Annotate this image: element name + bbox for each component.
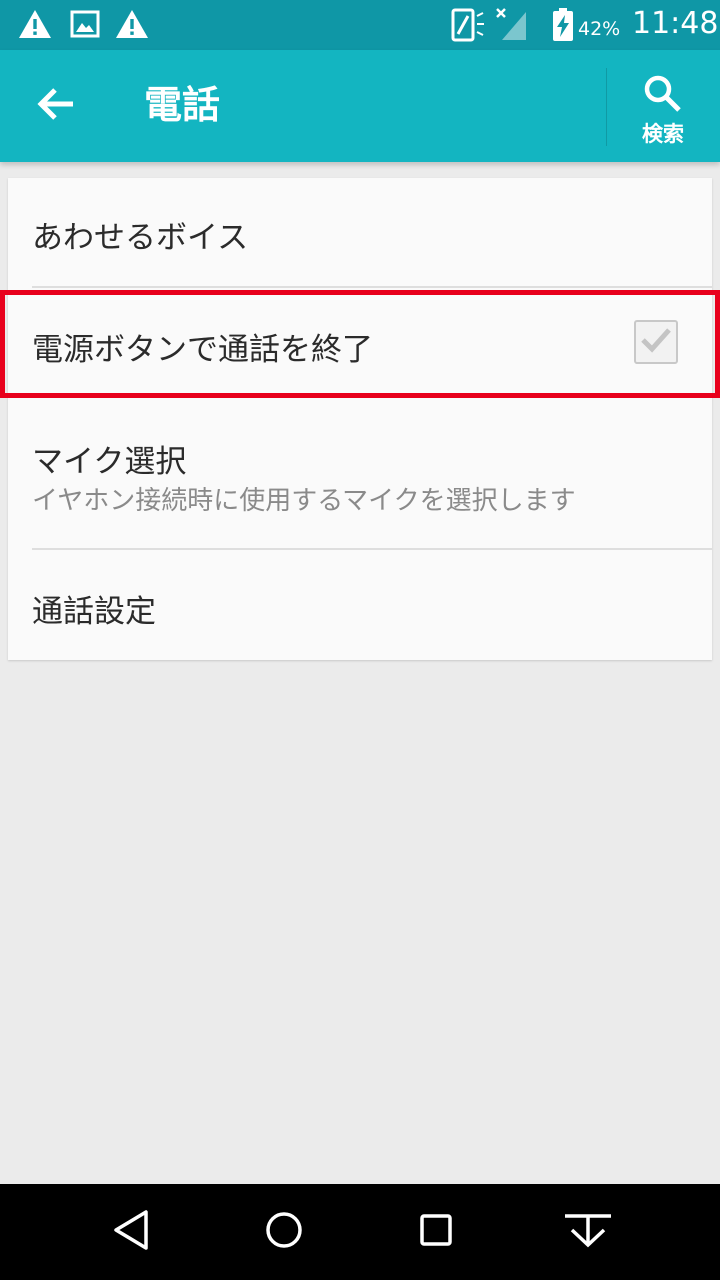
recents-square-icon	[418, 1212, 454, 1252]
setting-matching-voice[interactable]: あわせるボイス	[8, 178, 712, 286]
signal-icon	[494, 6, 530, 46]
setting-title: 電源ボタンで通話を終了	[32, 332, 373, 368]
nav-home-button[interactable]	[244, 1202, 324, 1262]
warning-icon	[115, 9, 149, 43]
back-arrow-icon	[37, 87, 75, 125]
screen-rotation-icon	[450, 8, 486, 46]
warning-icon	[18, 9, 52, 43]
nav-recents-button[interactable]	[396, 1202, 476, 1262]
battery-charging-icon	[552, 8, 574, 46]
page-title: 電話	[144, 83, 221, 127]
setting-summary: イヤホン接続時に使用するマイクを選択します	[32, 486, 576, 516]
setting-title: 通話設定	[32, 594, 156, 630]
app-bar: 電話 検索	[0, 50, 720, 162]
setting-mic-select[interactable]: マイク選択 イヤホン接続時に使用するマイクを選択します	[8, 398, 712, 548]
status-bar: 42% 11:48	[0, 0, 720, 50]
divider	[32, 286, 712, 288]
search-label: 検索	[642, 122, 684, 146]
phone-screen: 42% 11:48 電話 検索 あわせるボイス 電源ボタンで通話を終了 マイク選…	[0, 0, 720, 1280]
notification-pull-icon	[562, 1210, 614, 1254]
checkmark-icon	[640, 326, 672, 358]
home-circle-icon	[264, 1210, 304, 1254]
back-triangle-icon	[112, 1209, 152, 1255]
setting-title: あわせるボイス	[32, 220, 249, 256]
setting-power-button-ends-call[interactable]: 電源ボタンで通話を終了	[8, 298, 712, 398]
search-icon	[643, 74, 683, 118]
nav-back-button[interactable]	[92, 1202, 172, 1262]
navigation-bar	[0, 1184, 720, 1280]
back-button[interactable]	[24, 76, 88, 136]
setting-call-settings[interactable]: 通話設定	[8, 550, 712, 660]
clock: 11:48	[632, 6, 719, 41]
nav-notification-button[interactable]	[548, 1202, 628, 1262]
settings-list: あわせるボイス 電源ボタンで通話を終了 マイク選択 イヤホン接続時に使用するマイ…	[8, 178, 712, 660]
power-button-end-call-checkbox[interactable]	[634, 320, 678, 364]
battery-percent: 42%	[578, 18, 621, 40]
search-button[interactable]: 検索	[612, 66, 714, 150]
app-bar-divider	[606, 68, 607, 146]
image-icon	[70, 9, 100, 43]
setting-title: マイク選択	[32, 444, 187, 480]
